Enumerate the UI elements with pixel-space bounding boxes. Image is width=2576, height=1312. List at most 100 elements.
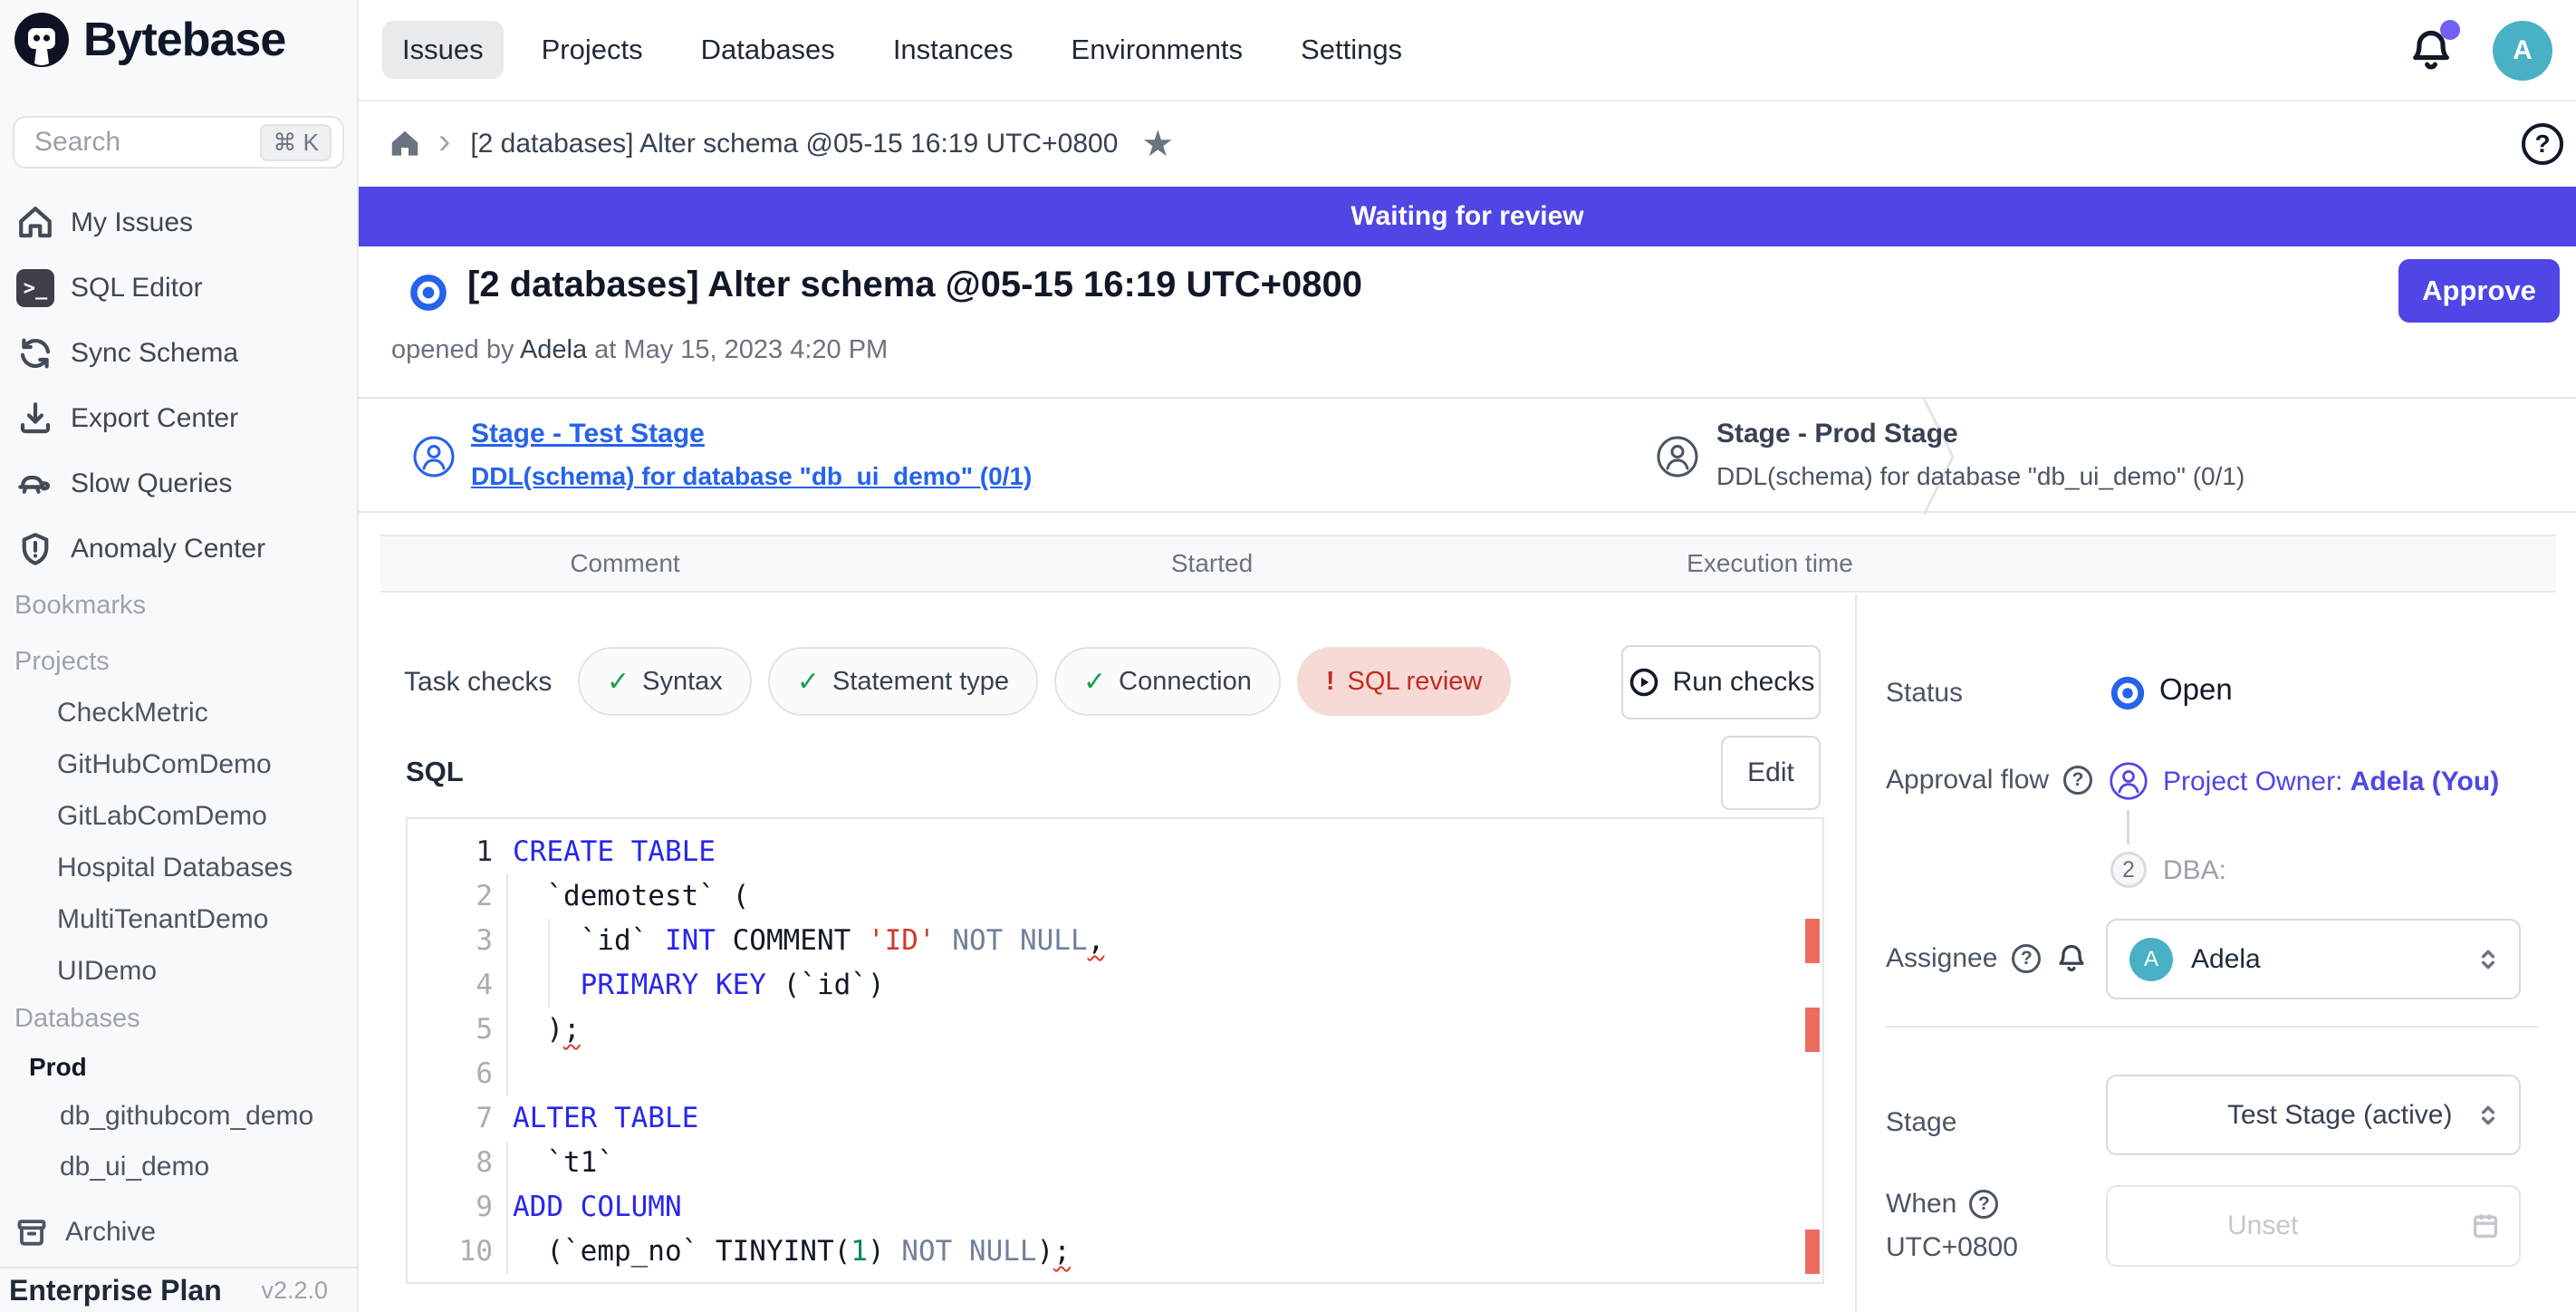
version-label: v2.2.0: [261, 1277, 328, 1305]
code-line: 10 (`emp_no` TINYINT(1) NOT NULL);: [408, 1230, 1822, 1274]
user-circle-icon: [2109, 761, 2148, 801]
panel-divider-horizontal: [1886, 1026, 2538, 1027]
line-number: 3: [408, 919, 493, 963]
play-circle-icon: [1628, 666, 1660, 699]
sidebar-item-my-issues[interactable]: My Issues: [0, 190, 357, 256]
nav-item-settings[interactable]: Settings: [1281, 21, 1422, 79]
line-number: 1: [408, 830, 493, 874]
stage-select[interactable]: Test Stage (active): [2106, 1075, 2521, 1155]
logo[interactable]: Bytebase: [13, 11, 285, 69]
code-text: ADD COLUMN: [493, 1185, 682, 1230]
help-icon[interactable]: ?: [2522, 123, 2563, 165]
sidebar-item-label: Sync Schema: [71, 338, 238, 369]
sidebar-item-archive[interactable]: Archive: [0, 1205, 357, 1259]
meta-timestamp: at May 15, 2023 4:20 PM: [594, 335, 888, 364]
search-input[interactable]: Search ⌘ K: [13, 116, 344, 169]
sidebar-item-label: Archive: [65, 1217, 156, 1248]
status-open-icon: [2109, 674, 2147, 712]
check-pill-sql-review[interactable]: !SQL review: [1297, 647, 1511, 716]
line-number: 6: [408, 1052, 493, 1096]
nav-item-projects[interactable]: Projects: [522, 21, 663, 79]
sidebar-item-export-center[interactable]: Export Center: [0, 386, 357, 451]
sidebar-item-label: Export Center: [71, 403, 238, 434]
sidebar-item-sync-schema[interactable]: Sync Schema: [0, 321, 357, 386]
code-line: 5 );: [408, 1008, 1822, 1052]
stage-task-link-test[interactable]: DDL(schema) for database "db_ui_demo" (0…: [471, 462, 1032, 491]
user-circle-icon: [412, 435, 456, 478]
approval-step-2-badge: 2: [2110, 852, 2147, 888]
sidebar-item-anomaly-center[interactable]: Anomaly Center: [0, 516, 357, 582]
panel-divider-vertical: [1855, 594, 1857, 1312]
when-datetime-input[interactable]: Unset: [2106, 1185, 2521, 1267]
code-text: [493, 1052, 513, 1096]
plan-label[interactable]: Enterprise Plan: [9, 1274, 222, 1307]
nav-item-issues[interactable]: Issues: [382, 21, 504, 79]
assignee-label-row: Assignee ?: [1886, 942, 2088, 975]
home-icon: [16, 204, 54, 242]
code-line: 6: [408, 1052, 1822, 1096]
error-ruler-mark: [1805, 1008, 1820, 1052]
sidebar-database-item[interactable]: db_ui_demo: [0, 1142, 357, 1192]
run-checks-label: Run checks: [1673, 667, 1815, 698]
notifications-button[interactable]: [2408, 27, 2455, 74]
check-pill-connection[interactable]: ✓ Connection: [1054, 647, 1281, 716]
breadcrumb-title[interactable]: [2 databases] Alter schema @05-15 16:19 …: [470, 129, 1118, 159]
check-icon: ✓: [1083, 666, 1106, 698]
sidebar-database-item[interactable]: db_githubcom_demo: [0, 1091, 357, 1142]
sql-editor[interactable]: 1CREATE TABLE2 `demotest` (3 `id` INT CO…: [406, 817, 1824, 1284]
sidebar-item-sql-editor[interactable]: >_ SQL Editor: [0, 256, 357, 321]
issue-open-icon: [408, 272, 449, 314]
when-placeholder: Unset: [2227, 1211, 2470, 1241]
check-pill-statement-type[interactable]: ✓Statement type: [768, 647, 1038, 716]
run-checks-button[interactable]: Run checks: [1621, 645, 1821, 719]
approval-step-2-role: DBA:: [2163, 855, 2226, 886]
stage-task-prod[interactable]: DDL(schema) for database "db_ui_demo" (0…: [1716, 462, 2244, 491]
nav-item-environments[interactable]: Environments: [1052, 21, 1264, 79]
sidebar-project-item[interactable]: GitLabComDemo: [0, 790, 357, 842]
check-icon: ✓: [797, 666, 820, 698]
star-icon[interactable]: ★: [1141, 123, 1174, 165]
status-value: Open: [2159, 672, 2233, 707]
logo-text: Bytebase: [83, 13, 285, 67]
code-text: (`emp_no` TINYINT(1) NOT NULL);: [493, 1230, 1071, 1274]
environment-label: Prod: [29, 1053, 87, 1082]
databases-list: db_githubcom_demodb_ui_demo: [0, 1091, 357, 1192]
bytebase-logo-icon: [13, 11, 71, 69]
sidebar-project-item[interactable]: Hospital Databases: [0, 842, 357, 893]
help-icon[interactable]: ?: [1969, 1190, 1998, 1219]
help-icon[interactable]: ?: [2063, 766, 2092, 795]
when-label: When: [1886, 1189, 1956, 1220]
approval-step-1[interactable]: Project Owner: Adela (You): [2163, 767, 2499, 797]
code-line: 2 `demotest` (: [408, 874, 1822, 919]
line-number: 4: [408, 963, 493, 1008]
edit-sql-button[interactable]: Edit: [1721, 736, 1821, 810]
help-icon[interactable]: ?: [2012, 944, 2041, 973]
task-table-header: CommentStartedExecution time: [380, 535, 2556, 593]
breadcrumb-separator: ›: [438, 121, 450, 162]
sidebar-item-label: Anomaly Center: [71, 534, 265, 564]
sidebar-item-label: My Issues: [71, 207, 193, 238]
check-pill-syntax[interactable]: ✓Syntax: [578, 647, 752, 716]
check-label: Connection: [1119, 667, 1252, 697]
bell-icon[interactable]: [2055, 942, 2088, 975]
sidebar-project-item[interactable]: UIDemo: [0, 945, 357, 997]
error-ruler-mark: [1805, 919, 1820, 963]
sidebar-item-label: SQL Editor: [71, 273, 203, 304]
line-number: 5: [408, 1008, 493, 1052]
sidebar-project-item[interactable]: CheckMetric: [0, 687, 357, 738]
avatar[interactable]: A: [2493, 21, 2552, 81]
sidebar-item-slow-queries[interactable]: Slow Queries: [0, 451, 357, 516]
stage-link-test[interactable]: Stage - Test Stage: [471, 419, 705, 449]
approval-step-role: Project Owner:: [2163, 767, 2342, 796]
stage-label-prod[interactable]: Stage - Prod Stage: [1716, 419, 1958, 449]
bookmarks-section-header: Bookmarks: [0, 591, 357, 621]
nav-item-databases[interactable]: Databases: [681, 21, 855, 79]
approve-button[interactable]: Approve: [2398, 259, 2560, 323]
home-icon[interactable]: [388, 127, 422, 161]
assignee-select[interactable]: A Adela: [2106, 919, 2521, 999]
code-line: 3 `id` INT COMMENT 'ID' NOT NULL,: [408, 919, 1822, 963]
sidebar-project-item[interactable]: GitHubComDemo: [0, 738, 357, 790]
nav-item-instances[interactable]: Instances: [873, 21, 1033, 79]
sidebar-project-item[interactable]: MultiTenantDemo: [0, 893, 357, 945]
archive-icon: [14, 1215, 49, 1249]
